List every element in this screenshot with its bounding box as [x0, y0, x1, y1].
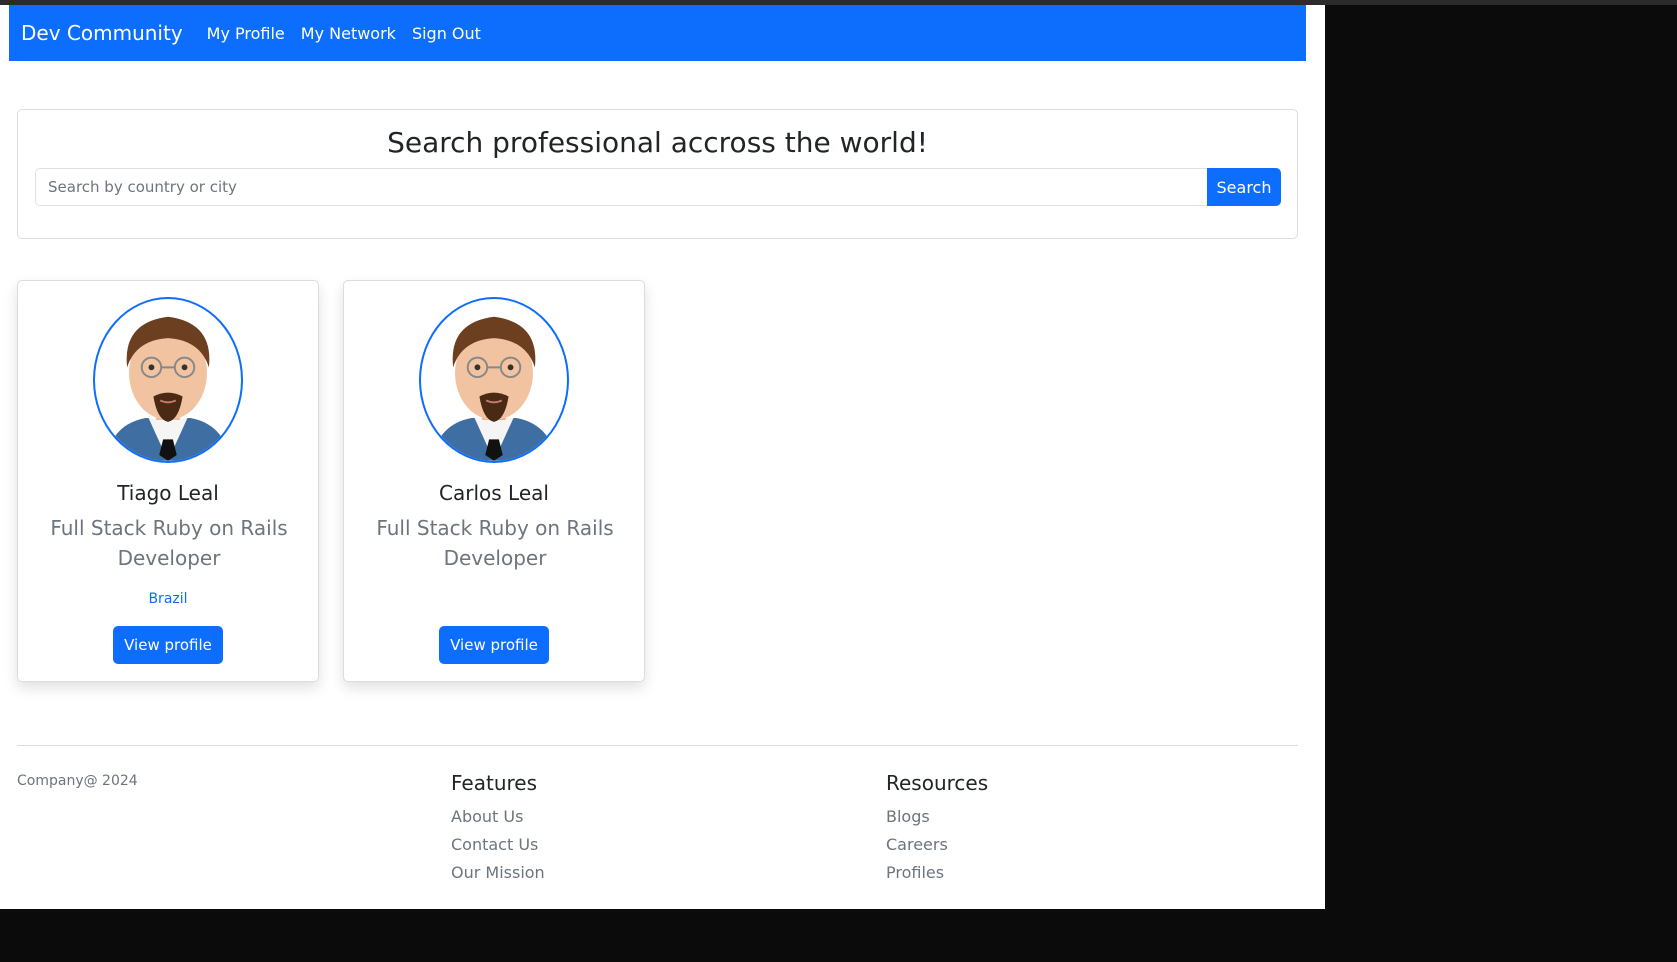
cartoon-developer-avatar-icon [104, 316, 232, 461]
footer-link-contact-us[interactable]: Contact Us [451, 831, 545, 859]
avatar [93, 297, 243, 463]
footer-divider [17, 745, 1298, 746]
page: Dev Community My Profile My Network Sign… [0, 5, 1325, 909]
search-button[interactable]: Search [1207, 168, 1281, 206]
profile-location-link[interactable]: Brazil [18, 591, 318, 607]
footer-link-blogs[interactable]: Blogs [886, 803, 988, 831]
search-input[interactable] [35, 168, 1209, 206]
search-card: Search professional accross the world! S… [17, 109, 1298, 239]
nav-link-my-network[interactable]: My Network [301, 24, 396, 43]
footer-features: Features About Us Contact Us Our Mission [451, 771, 545, 887]
avatar [419, 297, 569, 463]
footer-link-profiles[interactable]: Profiles [886, 859, 988, 887]
profile-name: Carlos Leal [439, 481, 549, 505]
profile-card-carlos: Carlos Leal Full Stack Ruby on Rails Dev… [343, 280, 645, 682]
footer-features-heading: Features [451, 771, 537, 795]
view-profile-button[interactable]: View profile [439, 626, 549, 664]
nav-link-sign-out[interactable]: Sign Out [412, 24, 481, 43]
navbar: Dev Community My Profile My Network Sign… [9, 5, 1306, 61]
footer-link-our-mission[interactable]: Our Mission [451, 859, 545, 887]
footer-link-careers[interactable]: Careers [886, 831, 988, 859]
footer-resources-heading: Resources [886, 771, 989, 795]
footer-resources: Resources Blogs Careers Profiles [886, 771, 988, 887]
search-heading: Search professional accross the world! [387, 126, 928, 159]
profile-name: Tiago Leal [117, 481, 219, 505]
view-profile-button[interactable]: View profile [113, 626, 223, 664]
cartoon-developer-avatar-icon [430, 316, 558, 461]
profile-title: Full Stack Ruby on Rails Developer [376, 516, 614, 570]
profile-title: Full Stack Ruby on Rails Developer [50, 516, 288, 570]
nav-link-my-profile[interactable]: My Profile [207, 24, 285, 43]
copyright-text: Company@ 2024 [17, 773, 138, 789]
profile-card-tiago: Tiago Leal Full Stack Ruby on Rails Deve… [17, 280, 319, 682]
footer-link-about-us[interactable]: About Us [451, 803, 545, 831]
brand-link[interactable]: Dev Community [21, 21, 183, 45]
